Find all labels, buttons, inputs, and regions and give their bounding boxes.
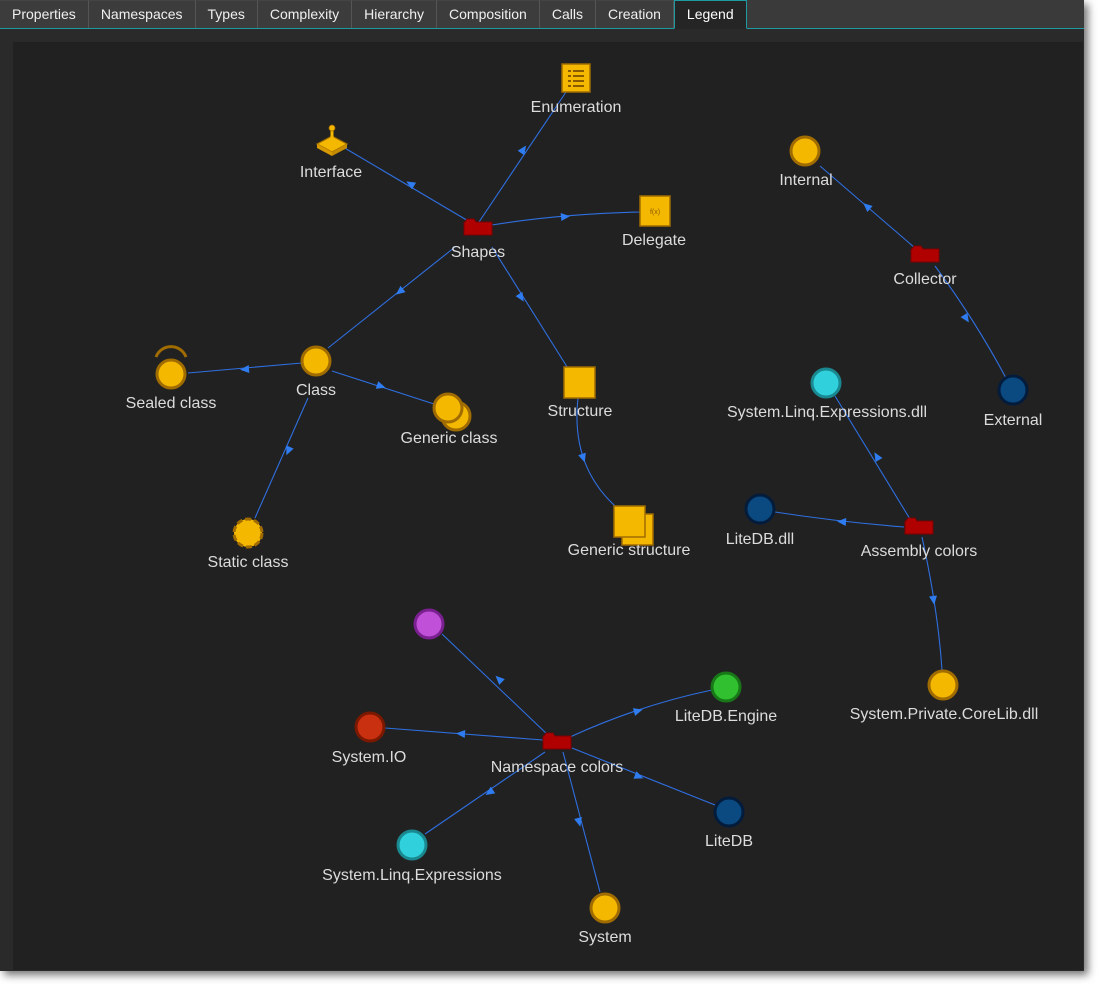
- tab-complexity[interactable]: Complexity: [257, 0, 353, 28]
- structure-icon[interactable]: [563, 366, 596, 399]
- edge-shapes-class: [327, 246, 456, 349]
- arrow-linq-dll: [874, 452, 883, 463]
- linq-dll-node-icon[interactable]: [810, 367, 842, 399]
- arrow-structure: [515, 291, 524, 302]
- tab-namespaces[interactable]: Namespaces: [88, 0, 196, 28]
- tab-creation[interactable]: Creation: [595, 0, 674, 28]
- folder-hubs: [463, 218, 940, 750]
- tab-properties[interactable]: Properties: [0, 0, 89, 28]
- purple-namespace-node-icon[interactable]: [413, 608, 445, 640]
- tab-hierarchy[interactable]: Hierarchy: [352, 0, 438, 28]
- static-class-icon[interactable]: [232, 517, 264, 549]
- tab-types[interactable]: Types: [195, 0, 258, 28]
- sealed-class-icon[interactable]: [154, 345, 188, 390]
- label-linq: System.Linq.Expressions: [322, 867, 502, 884]
- arrowheads: [240, 145, 969, 827]
- shapes-folder-icon[interactable]: [463, 218, 493, 236]
- label-external: External: [984, 412, 1043, 429]
- generic-class-icon[interactable]: [432, 392, 472, 432]
- external-node-icon[interactable]: [997, 374, 1029, 406]
- graph-canvas[interactable]: f(x) Enumeration Interface Delegate Shap…: [13, 42, 1083, 970]
- litedb-node-icon[interactable]: [713, 796, 745, 828]
- label-litedb-engine: LiteDB.Engine: [675, 708, 777, 725]
- label-class: Class: [296, 382, 336, 399]
- arrow-generic-structure: [578, 452, 586, 463]
- enumeration-icon[interactable]: [561, 63, 591, 93]
- arrow-systemio: [456, 730, 466, 738]
- generic-structure-icon[interactable]: [613, 505, 654, 546]
- label-interface: Interface: [300, 164, 362, 181]
- system-io-node-icon[interactable]: [354, 711, 386, 743]
- arrow-generic-class: [375, 381, 386, 389]
- edge-shapes-interface: [342, 146, 471, 223]
- label-litedb: LiteDB: [705, 833, 753, 850]
- label-assembly-colors: Assembly colors: [861, 543, 977, 560]
- linq-node-icon[interactable]: [396, 829, 428, 861]
- edge-ns-litedb: [571, 747, 716, 806]
- arrow-engine: [632, 708, 643, 716]
- shape-nodes: f(x): [154, 63, 671, 549]
- arrow-corelib: [929, 595, 937, 605]
- tab-calls[interactable]: Calls: [539, 0, 596, 28]
- tab-bar: Properties Namespaces Types Complexity H…: [0, 0, 1084, 29]
- label-enumeration: Enumeration: [531, 99, 622, 116]
- edge-class-static: [254, 397, 309, 519]
- legend-graph: f(x) Enumeration Interface Delegate Shap…: [126, 63, 1043, 946]
- arrow-purple: [495, 675, 505, 685]
- arrow-external: [960, 312, 969, 323]
- label-corelib-dll: System.Private.CoreLib.dll: [850, 706, 1039, 723]
- label-system-io: System.IO: [332, 749, 407, 766]
- label-litedb-dll: LiteDB.dll: [726, 531, 794, 548]
- collector-folder-icon[interactable]: [910, 245, 940, 263]
- label-generic-class: Generic class: [401, 430, 498, 447]
- label-namespace-colors: Namespace colors: [491, 759, 624, 776]
- corelib-dll-node-icon[interactable]: [927, 669, 959, 701]
- interface-icon[interactable]: [315, 124, 349, 156]
- class-node-icon[interactable]: [300, 345, 332, 377]
- label-internal: Internal: [779, 172, 832, 189]
- svg-text:f(x): f(x): [650, 209, 660, 216]
- label-shapes: Shapes: [451, 244, 505, 261]
- assembly-folder-icon[interactable]: [904, 517, 934, 535]
- tab-legend[interactable]: Legend: [673, 0, 747, 29]
- edge-assembly-litedb: [774, 511, 905, 528]
- label-system: System: [578, 929, 631, 946]
- internal-node-icon[interactable]: [789, 135, 821, 167]
- litedb-engine-node-icon[interactable]: [710, 671, 742, 703]
- tab-composition[interactable]: Composition: [437, 0, 540, 28]
- label-delegate: Delegate: [622, 232, 686, 249]
- litedb-dll-node-icon[interactable]: [744, 493, 776, 525]
- edge-shapes-delegate: [491, 211, 641, 226]
- edge-shapes-structure: [491, 246, 570, 371]
- label-structure: Structure: [548, 403, 613, 420]
- legend-window: Properties Namespaces Types Complexity H…: [0, 0, 1084, 971]
- label-linq-dll: System.Linq.Expressions.dll: [727, 404, 927, 421]
- namespace-folder-icon[interactable]: [542, 732, 572, 750]
- edge-ns-purple: [441, 633, 549, 736]
- system-node-icon[interactable]: [589, 892, 621, 924]
- arrow-sealed: [240, 365, 250, 373]
- label-generic-structure: Generic structure: [568, 542, 691, 559]
- delegate-icon[interactable]: f(x): [639, 195, 671, 227]
- arrow-litedb-dll: [837, 518, 847, 526]
- arrow-delegate: [560, 213, 570, 221]
- label-collector: Collector: [893, 271, 957, 288]
- label-static-class: Static class: [208, 554, 289, 571]
- label-sealed-class: Sealed class: [126, 395, 217, 412]
